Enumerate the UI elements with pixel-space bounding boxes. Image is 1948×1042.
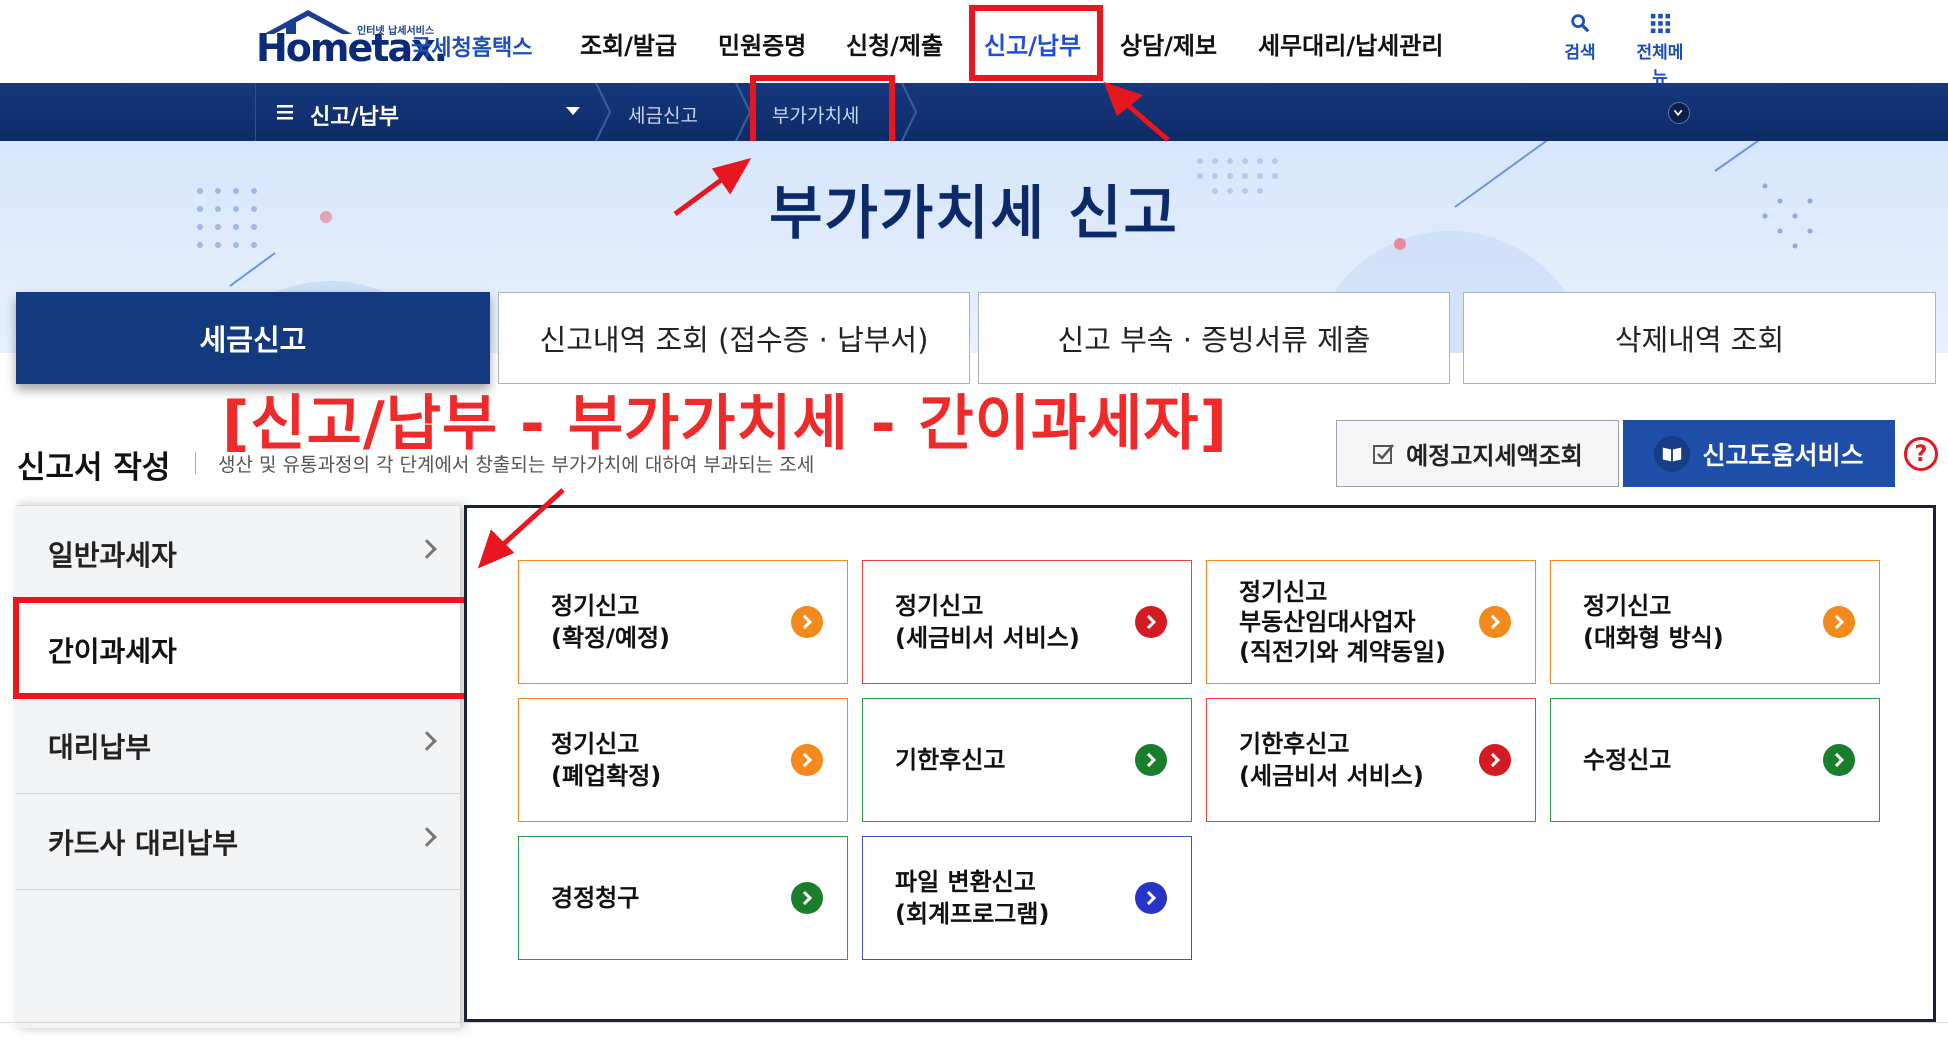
location-menu-label: 신고/납부 bbox=[310, 105, 399, 130]
card-line2: (대화형 방식) bbox=[1583, 624, 1724, 652]
sidebar-item-label: 카드사 대리납부 bbox=[48, 826, 239, 860]
checkbox-edit-icon bbox=[1373, 443, 1395, 464]
card-regular-filing-closure[interactable]: 정기신고 (폐업확정) bbox=[518, 698, 848, 822]
card-line1: 경정청구 bbox=[551, 884, 640, 912]
breadcrumb-tax-filing[interactable]: 세금신고 bbox=[628, 101, 698, 128]
card-line1: 정기신고 bbox=[895, 592, 984, 620]
arrow-circle-icon bbox=[1135, 606, 1167, 638]
annotation-caption: [신고/납부 - 부가가치세 - 간이과세자] bbox=[222, 389, 1228, 459]
breadcrumb-vat[interactable]: 부가가치세 bbox=[772, 101, 859, 128]
card-regular-filing-secretary[interactable]: 정기신고 (세금비서 서비스) bbox=[862, 560, 1192, 684]
chevron-right-icon bbox=[417, 827, 437, 847]
gnb-application[interactable]: 신청/제출 bbox=[846, 29, 943, 63]
sidebar-item-card-proxy-payment[interactable]: 카드사 대리납부 bbox=[16, 794, 460, 890]
caret-down-icon bbox=[566, 107, 580, 115]
card-line1: 정기신고 bbox=[551, 730, 640, 758]
card-line2: (세금비서 서비스) bbox=[1239, 762, 1424, 790]
card-late-filing[interactable]: 기한후신고 bbox=[862, 698, 1192, 822]
card-line2: 부동산임대사업자 bbox=[1239, 608, 1416, 636]
logo-korean-name[interactable]: 국세청홈택스 bbox=[411, 36, 532, 62]
book-icon bbox=[1654, 435, 1691, 472]
card-line2: (폐업확정) bbox=[551, 762, 662, 790]
hometax-page: 인터넷 납세서비스 Hometax. 국세청홈택스 조회/발급 민원증명 신청/… bbox=[0, 0, 1948, 1042]
card-line1: 정기신고 bbox=[1583, 592, 1672, 620]
chevron-down-circle-icon[interactable] bbox=[1668, 102, 1690, 124]
arrow-circle-icon bbox=[791, 882, 823, 914]
card-line1: 파일 변환신고 bbox=[895, 868, 1036, 896]
tab-filing-history[interactable]: 신고내역 조회 (접수증 · 납부서) bbox=[498, 292, 970, 384]
section-divider bbox=[195, 452, 196, 474]
sidebar-item-label: 일반과세자 bbox=[48, 538, 177, 572]
search-icon bbox=[1571, 14, 1590, 33]
arrow-circle-icon bbox=[1135, 882, 1167, 914]
card-line1: 정기신고 bbox=[551, 592, 640, 620]
section-title: 신고서 작성 bbox=[17, 450, 171, 486]
gnb-certificates[interactable]: 민원증명 bbox=[718, 29, 806, 63]
card-line1: 기한후신고 bbox=[895, 746, 1006, 774]
gnb-filing-payment[interactable]: 신고/납부 bbox=[984, 29, 1081, 63]
card-file-conversion-filing[interactable]: 파일 변환신고 (회계프로그램) bbox=[862, 836, 1192, 960]
arrow-circle-icon bbox=[1823, 606, 1855, 638]
arrow-circle-icon bbox=[1135, 744, 1167, 776]
arrow-circle-icon bbox=[1479, 744, 1511, 776]
search-button[interactable]: 검색 bbox=[1550, 12, 1610, 63]
gnb-consultation[interactable]: 상담/제보 bbox=[1120, 29, 1217, 63]
search-label: 검색 bbox=[1564, 43, 1596, 63]
grid-menu-icon bbox=[1650, 13, 1671, 34]
card-correction-claim[interactable]: 경정청구 bbox=[518, 836, 848, 960]
card-line2: (세금비서 서비스) bbox=[895, 624, 1080, 652]
arrow-circle-icon bbox=[1823, 744, 1855, 776]
sidebar-item-label: 대리납부 bbox=[48, 730, 152, 764]
sidebar-item-proxy-payment[interactable]: 대리납부 bbox=[16, 698, 460, 794]
card-line2: (회계프로그램) bbox=[895, 900, 1050, 928]
card-regular-filing-confirmed[interactable]: 정기신고 (확정/예정) bbox=[518, 560, 848, 684]
highlight-box-sidebar bbox=[13, 597, 475, 699]
gnb-inquiry[interactable]: 조회/발급 bbox=[580, 29, 677, 63]
all-menu-button[interactable]: 전체메뉴 bbox=[1630, 12, 1690, 88]
estimate-tax-lookup-button[interactable]: 예정고지세액조회 bbox=[1336, 420, 1619, 487]
page-title: 부가가치세 신고 bbox=[769, 179, 1179, 247]
chevron-right-icon bbox=[417, 539, 437, 559]
tab-supporting-docs[interactable]: 신고 부속 · 증빙서류 제출 bbox=[978, 292, 1450, 384]
card-line1: 기한후신고 bbox=[1239, 730, 1350, 758]
card-line1: 정기신고 bbox=[1239, 578, 1328, 606]
filing-help-service-label: 신고도움서비스 bbox=[1702, 440, 1864, 470]
breadcrumb-separator-icon bbox=[595, 83, 612, 141]
card-line2: (확정/예정) bbox=[551, 624, 671, 652]
tab-deleted-history[interactable]: 삭제내역 조회 bbox=[1463, 292, 1936, 384]
card-late-filing-secretary[interactable]: 기한후신고 (세금비서 서비스) bbox=[1206, 698, 1536, 822]
help-question-icon[interactable]: ? bbox=[1904, 437, 1938, 471]
card-regular-filing-interactive[interactable]: 정기신고 (대화형 방식) bbox=[1550, 560, 1880, 684]
arrow-circle-icon bbox=[1479, 606, 1511, 638]
footer-divider bbox=[0, 1022, 1948, 1023]
location-menu-dropdown[interactable] bbox=[255, 83, 595, 141]
arrow-circle-icon bbox=[791, 606, 823, 638]
card-line3: (직전기와 계약동일) bbox=[1239, 638, 1446, 666]
estimate-tax-lookup-label: 예정고지세액조회 bbox=[1406, 442, 1583, 470]
sidebar-item-general-taxpayer[interactable]: 일반과세자 bbox=[16, 506, 460, 602]
arrow-circle-icon bbox=[791, 744, 823, 776]
breadcrumb-separator-icon bbox=[901, 83, 918, 141]
all-menu-label: 전체메뉴 bbox=[1636, 43, 1684, 88]
card-line1: 수정신고 bbox=[1583, 746, 1672, 774]
card-regular-filing-real-estate[interactable]: 정기신고 부동산임대사업자 (직전기와 계약동일) bbox=[1206, 560, 1536, 684]
filing-help-service-button[interactable]: 신고도움서비스 bbox=[1623, 420, 1895, 487]
chevron-right-icon bbox=[417, 731, 437, 751]
tab-tax-filing[interactable]: 세금신고 bbox=[16, 292, 490, 384]
gnb-tax-agent[interactable]: 세무대리/납세관리 bbox=[1258, 29, 1443, 63]
hamburger-icon bbox=[277, 105, 293, 120]
card-amended-filing[interactable]: 수정신고 bbox=[1550, 698, 1880, 822]
